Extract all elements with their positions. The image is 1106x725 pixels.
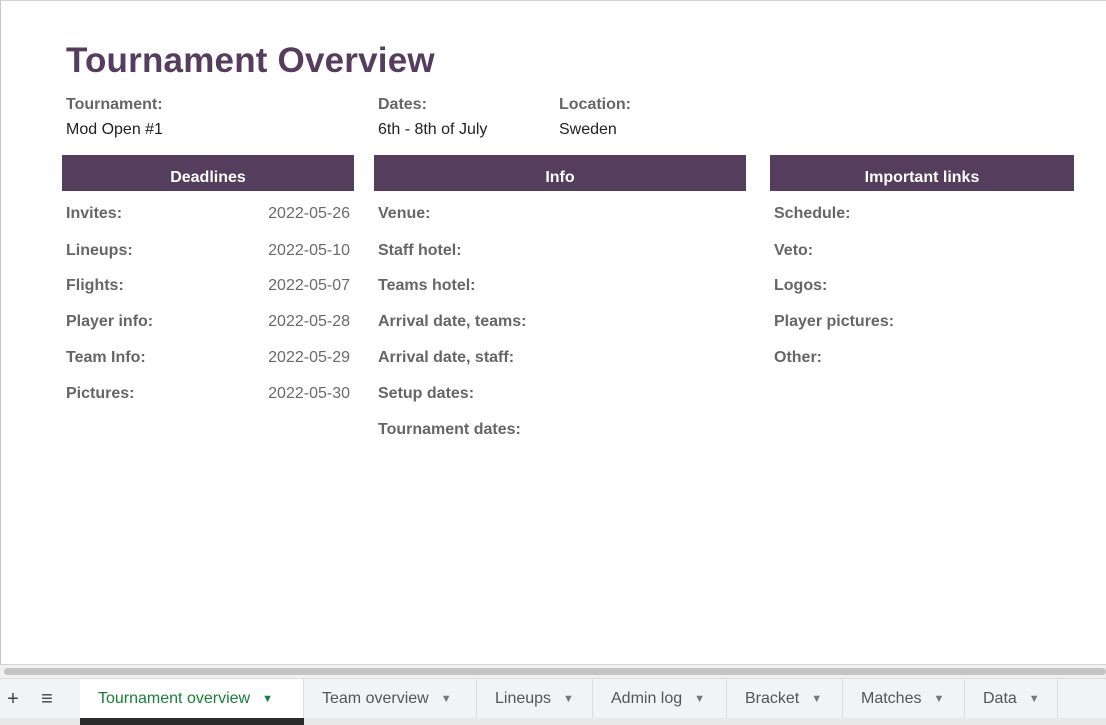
tab-team-overview[interactable]: Team overview ▼	[304, 679, 477, 719]
tab-bracket[interactable]: Bracket ▼	[727, 679, 843, 719]
tab-tournament-overview[interactable]: Tournament overview ▼	[80, 679, 304, 719]
deadline-value[interactable]: 2022-05-26	[201, 205, 350, 223]
caret-down-icon[interactable]: ▼	[1029, 693, 1040, 705]
tab-data[interactable]: Data ▼	[965, 679, 1058, 719]
location-label: Location:	[559, 96, 631, 113]
tab-label: Matches	[861, 690, 922, 707]
link-label: Schedule:	[774, 205, 851, 222]
info-label: Arrival date, staff:	[378, 349, 515, 366]
scrollbar-thumb[interactable]	[4, 668, 1106, 675]
dates-value[interactable]: 6th - 8th of July	[378, 121, 487, 139]
info-label: Venue:	[378, 205, 431, 222]
deadline-value[interactable]: 2022-05-30	[201, 385, 350, 403]
tab-label: Team overview	[322, 690, 429, 707]
tab-matches[interactable]: Matches ▼	[843, 679, 965, 719]
deadline-value[interactable]: 2022-05-29	[201, 349, 350, 367]
tab-lineups[interactable]: Lineups ▼	[477, 679, 593, 719]
info-header: Info	[374, 155, 746, 191]
tab-admin-log[interactable]: Admin log ▼	[593, 679, 727, 719]
tournament-label: Tournament:	[66, 96, 163, 113]
deadline-label: Team Info:	[66, 349, 146, 366]
caret-down-icon[interactable]: ▼	[441, 693, 452, 705]
deadlines-header: Deadlines	[62, 155, 354, 191]
strip-segment	[304, 718, 1106, 725]
spreadsheet-grid[interactable]: Tournament Overview Tournament: Mod Open…	[0, 0, 1106, 664]
deadline-label: Invites:	[66, 205, 123, 222]
plus-icon[interactable]: +	[1, 687, 25, 711]
deadline-value[interactable]: 2022-05-07	[201, 277, 350, 295]
dates-label: Dates:	[378, 96, 427, 113]
info-label: Tournament dates:	[378, 421, 521, 438]
deadline-label: Pictures:	[66, 385, 135, 402]
info-label: Staff hotel:	[378, 242, 462, 259]
caret-down-icon[interactable]: ▼	[694, 693, 705, 705]
caret-down-icon[interactable]: ▼	[563, 693, 574, 705]
horizontal-scrollbar[interactable]	[0, 664, 1106, 678]
location-value[interactable]: Sweden	[559, 121, 617, 139]
caret-down-icon[interactable]: ▼	[811, 693, 822, 705]
links-header: Important links	[770, 155, 1074, 191]
deadline-value[interactable]: 2022-05-10	[201, 242, 350, 260]
strip-segment	[0, 718, 80, 725]
deadline-label: Flights:	[66, 277, 124, 294]
link-label: Logos:	[774, 277, 828, 294]
deadline-label: Lineups:	[66, 242, 133, 259]
info-label: Arrival date, teams:	[378, 313, 527, 330]
caret-down-icon[interactable]: ▼	[262, 693, 273, 705]
list-icon[interactable]: ≡	[35, 687, 59, 711]
tab-label: Admin log	[611, 690, 683, 707]
tab-label: Tournament overview	[98, 690, 251, 707]
link-label: Other:	[774, 349, 822, 366]
link-label: Player pictures:	[774, 313, 895, 330]
page-title: Tournament Overview	[66, 41, 435, 80]
deadline-value[interactable]: 2022-05-28	[201, 313, 350, 331]
link-label: Veto:	[774, 242, 814, 259]
info-label: Setup dates:	[378, 385, 475, 402]
deadline-label: Player info:	[66, 313, 154, 330]
window-bottom-edge	[0, 718, 1106, 725]
tab-label: Bracket	[745, 690, 800, 707]
tab-label: Lineups	[495, 690, 552, 707]
info-label: Teams hotel:	[378, 277, 476, 294]
tournament-value[interactable]: Mod Open #1	[66, 121, 163, 139]
tab-label: Data	[983, 690, 1017, 707]
caret-down-icon[interactable]: ▼	[933, 693, 944, 705]
